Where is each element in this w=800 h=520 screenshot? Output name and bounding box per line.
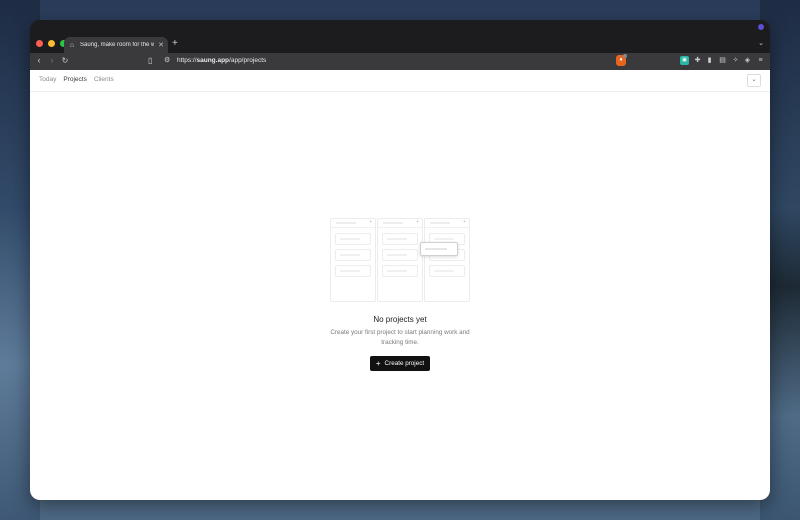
plus-icon: + — [375, 358, 381, 368]
bookmark-icon[interactable]: ▯ — [148, 56, 152, 65]
new-tab-button[interactable]: + — [172, 38, 178, 50]
browser-window: ⌂ Saung, make room for the wo ✕ + ⌄ ‹ › … — [30, 20, 770, 500]
close-window-button[interactable] — [36, 40, 43, 47]
close-tab-icon[interactable]: ✕ — [158, 41, 164, 49]
nav-item-clients[interactable]: Clients — [94, 76, 114, 83]
app-nav-links: Today Projects Clients — [39, 76, 114, 83]
page-content: Today Projects Clients ⌄ + + + No projec… — [30, 70, 770, 500]
dragging-card — [420, 242, 458, 256]
url-host: saung.app — [196, 57, 230, 64]
browser-toolbar: ‹ › ↻ ▯ ⚙ https://saung.app/app/projects… — [30, 53, 770, 70]
url-path: /app/projects — [229, 57, 267, 64]
tab-list-chevron-icon[interactable]: ⌄ — [758, 39, 764, 47]
illustration-column: + — [377, 218, 423, 302]
back-arrow-icon[interactable]: ‹ — [33, 55, 45, 65]
home-icon: ⌂ — [69, 41, 75, 49]
forward-arrow-icon[interactable]: › — [46, 55, 58, 65]
window-titlebar — [30, 20, 770, 36]
window-controls — [36, 40, 67, 47]
minimize-window-button[interactable] — [48, 40, 55, 47]
vpn-shield-icon[interactable]: ◈ — [743, 56, 752, 65]
wallet-icon[interactable]: ▤ — [718, 56, 727, 65]
tab-strip: ⌂ Saung, make room for the wo ✕ + ⌄ — [30, 36, 770, 53]
empty-state-title: No projects yet — [373, 315, 427, 324]
sidebar-icon[interactable]: ▮ — [705, 56, 714, 65]
menu-icon[interactable]: ≡ — [756, 56, 765, 65]
create-project-button[interactable]: + Create project — [369, 356, 431, 371]
nav-item-today[interactable]: Today — [39, 76, 56, 83]
illustration-column: + — [330, 218, 376, 302]
kanban-board-illustration: + + + — [330, 218, 470, 302]
leo-ai-icon[interactable]: ✧ — [731, 56, 740, 65]
empty-state: + + + No projects yet Create your first … — [30, 218, 770, 371]
address-bar[interactable]: https://saung.app/app/projects — [177, 57, 266, 64]
illustration-column: + — [424, 218, 470, 302]
url-scheme: https:// — [177, 57, 197, 64]
extension-indicator-icon — [758, 24, 764, 30]
site-settings-icon[interactable]: ⚙ — [164, 56, 170, 64]
chevron-down-icon[interactable]: ⌄ — [747, 74, 761, 87]
browser-tab-saung[interactable]: ⌂ Saung, make room for the wo ✕ — [64, 37, 168, 53]
tab-title: Saung, make room for the wo — [80, 42, 155, 48]
create-project-label: Create project — [384, 360, 425, 367]
extensions-puzzle-icon[interactable]: ✚ — [693, 56, 702, 65]
shields-badge — [623, 54, 627, 58]
extension-teal-icon[interactable]: ▣ — [680, 56, 689, 65]
nav-item-projects[interactable]: Projects — [63, 76, 86, 83]
app-nav: Today Projects Clients ⌄ — [30, 70, 770, 92]
empty-state-description: Create your first project to start plann… — [330, 329, 470, 346]
reload-icon[interactable]: ↻ — [59, 56, 71, 65]
